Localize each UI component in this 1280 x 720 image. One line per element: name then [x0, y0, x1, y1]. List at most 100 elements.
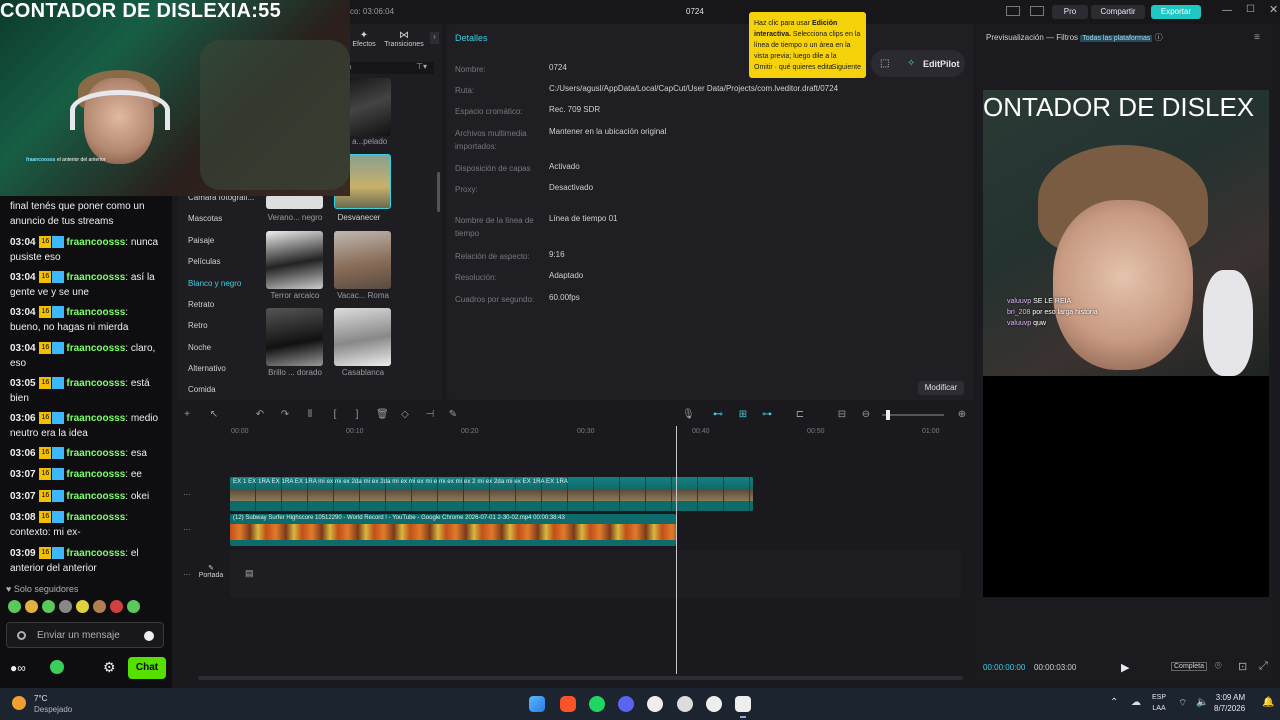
- chat-send-button[interactable]: Chat: [128, 657, 166, 679]
- start-icon[interactable]: [529, 696, 545, 712]
- redo-icon[interactable]: ↷: [280, 410, 290, 420]
- category-item[interactable]: Películas: [188, 257, 220, 266]
- brave-icon[interactable]: [560, 696, 576, 712]
- cloud-icon[interactable]: ☁: [1131, 697, 1141, 708]
- chat-username[interactable]: fraancoosss: [66, 491, 125, 502]
- chat-username[interactable]: fraancoosss: [66, 469, 125, 480]
- chat-username[interactable]: fraancoosss: [66, 343, 125, 354]
- emote-icon[interactable]: [59, 600, 72, 613]
- timeline-clip[interactable]: [620, 477, 646, 511]
- emote-icon[interactable]: [42, 600, 55, 613]
- filter-thumb[interactable]: [266, 308, 323, 366]
- category-item[interactable]: Retrato: [188, 300, 214, 309]
- capcut-icon[interactable]: [735, 696, 751, 712]
- chat-username[interactable]: fraancoosss: [66, 307, 125, 318]
- timeline-clip[interactable]: [646, 477, 672, 511]
- playhead[interactable]: [676, 426, 677, 674]
- platform-selector[interactable]: Todas las plataformas: [1080, 35, 1153, 42]
- tooltip-next-button[interactable]: Siguiente: [832, 62, 861, 73]
- shield-icon[interactable]: ◇: [400, 410, 410, 420]
- zoom-slider[interactable]: [882, 410, 944, 420]
- pro-badge[interactable]: Pro: [1052, 5, 1088, 19]
- chat-username[interactable]: fraancoosss: [66, 237, 125, 248]
- track-menu-icon[interactable]: ···: [183, 570, 191, 579]
- menu-icon[interactable]: ≡: [1254, 32, 1260, 43]
- tray-chevron-icon[interactable]: ⌃: [1110, 697, 1118, 708]
- caption-icon[interactable]: ⊟: [837, 410, 847, 420]
- volume-icon[interactable]: 🔈: [1196, 697, 1208, 708]
- select-tool-icon[interactable]: ↖: [209, 410, 219, 420]
- category-item[interactable]: Alternativo: [188, 364, 226, 373]
- category-item[interactable]: Mascotas: [188, 214, 222, 223]
- obs-icon[interactable]: [706, 696, 722, 712]
- chat-username[interactable]: fraancoosss: [66, 512, 125, 523]
- track-menu-icon[interactable]: ···: [183, 525, 191, 534]
- timeline-clip[interactable]: [698, 477, 724, 511]
- timeline-scrollbar[interactable]: [198, 676, 963, 680]
- emote-icon[interactable]: [76, 600, 89, 613]
- split-left-icon[interactable]: [: [330, 410, 340, 420]
- timeline-clip[interactable]: [568, 477, 594, 511]
- magic-edit-icon[interactable]: ✎: [448, 410, 458, 420]
- chevron-right-icon[interactable]: ›: [430, 32, 439, 44]
- split-icon[interactable]: ⫴: [305, 410, 315, 420]
- timeline-clip[interactable]: [750, 477, 753, 511]
- timeline-clip[interactable]: [594, 477, 620, 511]
- chat-username[interactable]: fraancoosss: [66, 548, 125, 559]
- mic-icon[interactable]: 🎙: [682, 410, 695, 420]
- cover-track[interactable]: ▤: [230, 550, 961, 598]
- zoom-slider-handle[interactable]: [886, 410, 890, 420]
- maximize-icon[interactable]: ☐: [1246, 4, 1255, 15]
- ratio-icon[interactable]: ⊡: [1238, 660, 1247, 673]
- filter-thumb[interactable]: [266, 195, 323, 209]
- play-icon[interactable]: ▶: [1121, 661, 1129, 674]
- link-icon[interactable]: ⊞: [738, 410, 748, 420]
- delete-icon[interactable]: 🗑: [376, 410, 389, 420]
- category-item[interactable]: Noche: [188, 343, 211, 352]
- undo-icon[interactable]: ↶: [255, 410, 265, 420]
- track-menu-icon[interactable]: ···: [183, 490, 191, 499]
- filter-thumb[interactable]: [334, 231, 391, 289]
- add-track-icon[interactable]: +: [182, 410, 192, 420]
- points-icon[interactable]: ●∞: [10, 661, 26, 675]
- category-item[interactable]: Comida: [188, 385, 216, 394]
- filter-thumb[interactable]: [334, 308, 391, 366]
- cover-button[interactable]: ✎ Portada: [198, 564, 224, 586]
- chat-username[interactable]: fraancoosss: [66, 448, 125, 459]
- preview-axis-icon[interactable]: ⊶: [762, 410, 772, 420]
- editpilot-button[interactable]: ⬚ ✧ EditPilot: [871, 50, 965, 77]
- category-item[interactable]: Retro: [188, 321, 208, 330]
- emoji-icon[interactable]: [144, 631, 154, 641]
- emote-row[interactable]: [8, 600, 168, 616]
- emote-icon[interactable]: [25, 600, 38, 613]
- emote-icon[interactable]: [110, 600, 123, 613]
- google-icon[interactable]: [647, 696, 663, 712]
- category-item[interactable]: Blanco y negro: [188, 279, 241, 288]
- timeline-clip[interactable]: [724, 477, 750, 511]
- network-icon[interactable]: ⌔: [1178, 697, 1187, 710]
- chat-message-input[interactable]: Enviar un mensaje: [6, 622, 164, 648]
- info-icon[interactable]: ⓘ: [1155, 33, 1163, 42]
- settings-gear-icon[interactable]: ⚙: [103, 659, 116, 676]
- chat-username[interactable]: fraancoosss: [66, 378, 125, 389]
- main-video-track[interactable]: (12) Subway Surfer Highscore 10512290 - …: [230, 514, 676, 546]
- export-button[interactable]: Exportar: [1151, 5, 1201, 19]
- spotify-icon[interactable]: [589, 696, 605, 712]
- zoom-in-icon[interactable]: ⊕: [957, 410, 967, 420]
- freeze-icon[interactable]: ⊣: [425, 410, 435, 420]
- emote-icon[interactable]: [127, 600, 140, 613]
- media-scrollbar[interactable]: [437, 172, 440, 212]
- emote-icon[interactable]: [93, 600, 106, 613]
- zoom-out-icon[interactable]: ⊖: [861, 410, 871, 420]
- crop-icon[interactable]: ⊏: [795, 410, 805, 420]
- aspect-complete-button[interactable]: Completa: [1171, 662, 1207, 671]
- chat-username[interactable]: fraancoosss: [66, 413, 125, 424]
- layout-icon[interactable]: [1006, 6, 1020, 16]
- preview-frame[interactable]: ONTADOR DE DISLEX valuuvp SE LE REIA bri…: [983, 90, 1269, 376]
- split-right-icon[interactable]: ]: [352, 410, 362, 420]
- language-indicator[interactable]: ESP LAA: [1152, 692, 1166, 714]
- minimize-icon[interactable]: —: [1222, 5, 1232, 16]
- chat-username[interactable]: fraancoosss: [66, 272, 125, 283]
- filter-thumb[interactable]: [266, 231, 323, 289]
- emote-icon[interactable]: [8, 600, 21, 613]
